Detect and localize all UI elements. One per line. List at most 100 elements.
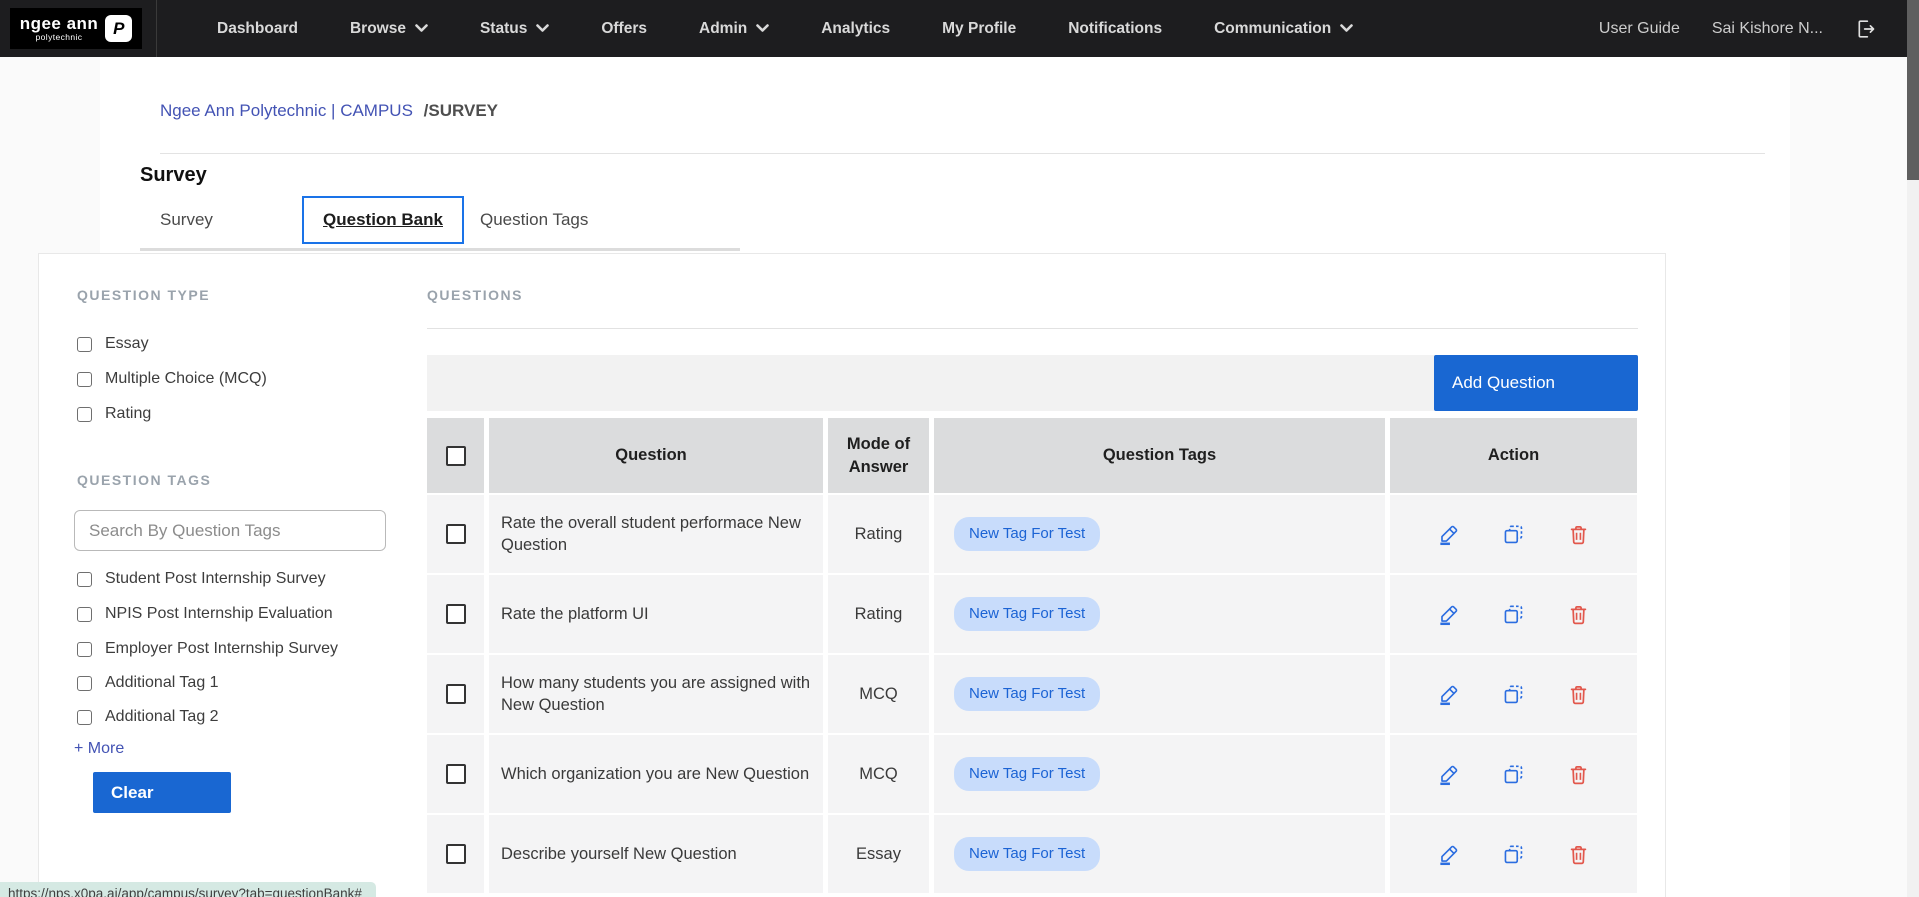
row-checkbox[interactable] (445, 844, 466, 864)
checkbox[interactable] (77, 571, 92, 587)
trash-icon[interactable] (1567, 603, 1590, 626)
copy-icon[interactable] (1502, 763, 1525, 786)
col-header-question-tags: Question Tags (934, 418, 1385, 493)
nav-item-my-profile[interactable]: My Profile (916, 0, 1042, 57)
chevron-down-icon (756, 24, 770, 32)
filter-tag-employer-post-internship[interactable]: Employer Post Internship Survey (77, 640, 338, 658)
trash-icon[interactable] (1567, 843, 1590, 866)
trash-icon[interactable] (1567, 523, 1590, 546)
user-guide-link[interactable]: User Guide (1599, 20, 1680, 38)
nav-item-status[interactable]: Status (454, 0, 575, 57)
checkbox[interactable] (77, 606, 92, 622)
nav-item-notifications[interactable]: Notifications (1042, 0, 1188, 57)
main-nav: Dashboard Browse Status Offers Admin Ana… (191, 0, 1379, 57)
filter-tag-additional-2[interactable]: Additional Tag 2 (77, 708, 219, 726)
nav-item-communication[interactable]: Communication (1188, 0, 1379, 57)
edit-pencil-icon[interactable] (1437, 603, 1460, 626)
logo-line2: polytechnic (35, 32, 83, 43)
checkbox[interactable] (77, 709, 92, 725)
table-row: Which organization you are New Question … (427, 735, 1638, 813)
mode-of-answer: MCQ (828, 655, 929, 733)
checkbox[interactable] (77, 406, 92, 422)
nav-item-dashboard[interactable]: Dashboard (191, 0, 324, 57)
status-url: https://nps.x0pa.ai/app/campus/survey?ta… (0, 882, 376, 897)
tab-question-bank[interactable]: Question Bank (302, 196, 464, 244)
filter-tag-npis-post-internship[interactable]: NPIS Post Internship Evaluation (77, 605, 333, 623)
breadcrumb: Ngee Ann Polytechnic | CAMPUS /SURVEY (160, 101, 498, 121)
filter-tag-additional-1[interactable]: Additional Tag 1 (77, 674, 219, 692)
tab-survey[interactable]: Survey (160, 210, 213, 230)
col-header-mode-of-answer: Mode of Answer (828, 418, 929, 493)
questions-toolbar: Add Question (427, 355, 1638, 411)
filter-tag-student-post-internship[interactable]: Student Post Internship Survey (77, 570, 326, 588)
username-label[interactable]: Sai Kishore N... (1712, 20, 1823, 38)
navbar-right: User Guide Sai Kishore N... (1599, 18, 1919, 40)
page-title: Survey (140, 164, 207, 186)
question-tag-chip: New Tag For Test (954, 596, 1101, 632)
copy-icon[interactable] (1502, 523, 1525, 546)
mode-of-answer: Essay (828, 815, 929, 893)
trash-icon[interactable] (1567, 763, 1590, 786)
edit-pencil-icon[interactable] (1437, 843, 1460, 866)
chevron-down-icon (415, 24, 428, 32)
tab-question-tags[interactable]: Question Tags (480, 210, 588, 230)
vertical-scrollbar-thumb[interactable] (1907, 0, 1919, 180)
row-checkbox[interactable] (445, 524, 466, 544)
search-question-tags-input[interactable] (74, 510, 386, 551)
filter-option-rating[interactable]: Rating (77, 405, 151, 423)
copy-icon[interactable] (1502, 683, 1525, 706)
filter-option-mcq[interactable]: Multiple Choice (MCQ) (77, 370, 267, 388)
question-text: How many students you are assigned with … (489, 655, 823, 733)
row-checkbox[interactable] (445, 764, 466, 784)
question-tag-chip: New Tag For Test (954, 516, 1101, 552)
table-header-row: Question Mode of Answer Question Tags Ac… (427, 418, 1638, 493)
vertical-scrollbar-track[interactable] (1907, 57, 1919, 897)
checkbox[interactable] (77, 641, 92, 657)
nav-item-offers[interactable]: Offers (575, 0, 673, 57)
nav-item-analytics[interactable]: Analytics (795, 0, 916, 57)
nav-item-admin[interactable]: Admin (673, 0, 795, 57)
status-bar: https://nps.x0pa.ai/app/campus/survey?ta… (0, 882, 376, 897)
tab-underline (140, 248, 740, 251)
question-tag-chip: New Tag For Test (954, 676, 1101, 712)
checkbox[interactable] (77, 371, 92, 387)
top-navbar: ngee ann polytechnic P Dashboard Browse … (0, 0, 1919, 57)
breadcrumb-divider (160, 153, 1765, 154)
chevron-down-icon (1340, 24, 1354, 32)
copy-icon[interactable] (1502, 603, 1525, 626)
row-checkbox[interactable] (445, 684, 466, 704)
page-background: Ngee Ann Polytechnic | CAMPUS /SURVEY Su… (0, 57, 1907, 897)
add-question-button[interactable]: Add Question (1434, 355, 1638, 411)
question-text: Describe yourself New Question (489, 815, 823, 893)
breadcrumb-org-link[interactable]: Ngee Ann Polytechnic | CAMPUS (160, 101, 413, 120)
nav-item-browse[interactable]: Browse (324, 0, 454, 57)
filter-option-essay[interactable]: Essay (77, 335, 149, 353)
edit-pencil-icon[interactable] (1437, 683, 1460, 706)
clear-filters-button[interactable]: Clear (93, 772, 231, 813)
edit-pencil-icon[interactable] (1437, 763, 1460, 786)
questions-table: Question Mode of Answer Question Tags Ac… (427, 418, 1638, 895)
select-all-checkbox[interactable] (445, 445, 466, 466)
question-tag-chip: New Tag For Test (954, 836, 1101, 872)
checkbox[interactable] (77, 675, 92, 691)
checkbox[interactable] (77, 336, 92, 352)
table-row: Rate the overall student performace New … (427, 495, 1638, 573)
more-tags-link[interactable]: + More (74, 740, 124, 758)
question-text: Rate the overall student performace New … (489, 495, 823, 573)
mode-of-answer: Rating (828, 495, 929, 573)
mode-of-answer: MCQ (828, 735, 929, 813)
question-tag-chip: New Tag For Test (954, 756, 1101, 792)
logout-icon[interactable] (1855, 18, 1877, 40)
col-header-question: Question (489, 418, 823, 493)
logo-line1: ngee ann (19, 14, 99, 34)
logo-mark-icon: P (105, 15, 133, 42)
trash-icon[interactable] (1567, 683, 1590, 706)
row-checkbox[interactable] (445, 604, 466, 624)
edit-pencil-icon[interactable] (1437, 523, 1460, 546)
question-tags-section-title: QUESTION TAGS (77, 472, 212, 488)
brand-logo[interactable]: ngee ann polytechnic P (10, 8, 142, 49)
question-bank-card: QUESTION TYPE Essay Multiple Choice (MCQ… (38, 253, 1666, 897)
tab-bar: Survey Question Bank Question Tags (140, 196, 740, 252)
question-type-section-title: QUESTION TYPE (77, 287, 211, 303)
copy-icon[interactable] (1502, 843, 1525, 866)
